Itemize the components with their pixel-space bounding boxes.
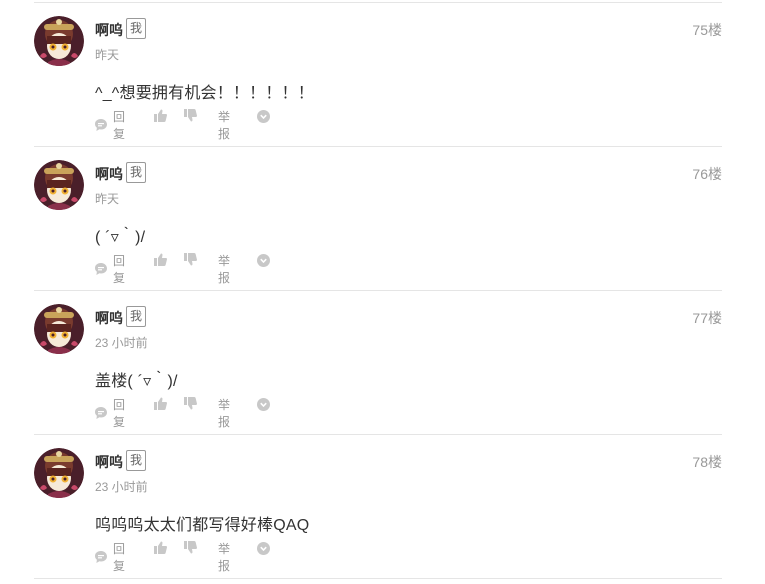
more-button[interactable]: [257, 542, 270, 555]
speech-bubble-icon: [94, 550, 108, 564]
speech-bubble-icon: [94, 118, 108, 132]
thumbs-up-icon: [153, 540, 168, 555]
timestamp: 23 小时前: [95, 336, 148, 350]
reply-button[interactable]: 回复: [94, 252, 125, 286]
thumbs-up-icon: [153, 252, 168, 267]
comment-list: 啊呜 我 昨天 75楼 ^_^想要拥有机会！！！！！！ 回复 举报 啊呜 我 昨…: [0, 0, 765, 584]
reply-label: 回复: [113, 542, 126, 573]
reply-button[interactable]: 回复: [94, 108, 125, 142]
username[interactable]: 啊呜: [95, 20, 123, 40]
like-button[interactable]: [153, 396, 168, 411]
comment-item: 啊呜 我 昨天 76楼 ( ´▿｀)/ 回复 举报: [0, 146, 765, 290]
like-button[interactable]: [153, 252, 168, 267]
reply-button[interactable]: 回复: [94, 540, 125, 574]
avatar[interactable]: [34, 304, 84, 354]
reply-label: 回复: [113, 110, 126, 141]
report-label: 举报: [218, 254, 231, 285]
chevron-down-icon: [257, 110, 270, 123]
dislike-button[interactable]: [183, 540, 198, 555]
me-badge: 我: [126, 306, 147, 327]
floor-number: 75楼: [692, 22, 722, 38]
floor-number: 77楼: [692, 310, 722, 326]
more-button[interactable]: [257, 110, 270, 123]
more-button[interactable]: [257, 254, 270, 267]
reply-label: 回复: [113, 254, 126, 285]
report-button[interactable]: 举报: [218, 540, 230, 574]
thumbs-up-icon: [153, 396, 168, 411]
thumbs-down-icon: [183, 108, 198, 123]
me-badge: 我: [126, 450, 147, 471]
comment-content: 呜呜呜太太们都写得好棒QAQ: [95, 517, 310, 534]
comment-item: 啊呜 我 23 小时前 78楼 呜呜呜太太们都写得好棒QAQ 回复 举报: [0, 434, 765, 578]
report-label: 举报: [218, 398, 231, 429]
report-button[interactable]: 举报: [218, 252, 230, 286]
like-button[interactable]: [153, 108, 168, 123]
comment-item: 啊呜 我 昨天 75楼 ^_^想要拥有机会！！！！！！ 回复 举报: [0, 2, 765, 146]
floor-number: 76楼: [692, 166, 722, 182]
chevron-down-icon: [257, 398, 270, 411]
comment-content: ( ´▿｀)/: [95, 229, 146, 246]
divider: [34, 578, 722, 579]
report-label: 举报: [218, 542, 231, 573]
dislike-button[interactable]: [183, 108, 198, 123]
reply-button[interactable]: 回复: [94, 396, 125, 430]
username[interactable]: 啊呜: [95, 308, 123, 328]
report-label: 举报: [218, 110, 231, 141]
thumbs-down-icon: [183, 396, 198, 411]
like-button[interactable]: [153, 540, 168, 555]
speech-bubble-icon: [94, 262, 108, 276]
chevron-down-icon: [257, 542, 270, 555]
more-button[interactable]: [257, 398, 270, 411]
username[interactable]: 啊呜: [95, 452, 123, 472]
thumbs-down-icon: [183, 540, 198, 555]
thumbs-up-icon: [153, 108, 168, 123]
me-badge: 我: [126, 162, 147, 183]
reply-label: 回复: [113, 398, 126, 429]
dislike-button[interactable]: [183, 396, 198, 411]
report-button[interactable]: 举报: [218, 108, 230, 142]
timestamp: 昨天: [95, 48, 120, 62]
report-button[interactable]: 举报: [218, 396, 230, 430]
floor-number: 78楼: [692, 454, 722, 470]
comment-content: ^_^想要拥有机会！！！！！！: [95, 85, 314, 102]
me-badge: 我: [126, 18, 147, 39]
username[interactable]: 啊呜: [95, 164, 123, 184]
speech-bubble-icon: [94, 406, 108, 420]
timestamp: 23 小时前: [95, 480, 148, 494]
comment-content: 盖楼( ´▿｀)/: [95, 373, 178, 390]
avatar[interactable]: [34, 448, 84, 498]
comment-item: 啊呜 我 23 小时前 77楼 盖楼( ´▿｀)/ 回复 举报: [0, 290, 765, 434]
dislike-button[interactable]: [183, 252, 198, 267]
chevron-down-icon: [257, 254, 270, 267]
thumbs-down-icon: [183, 252, 198, 267]
avatar[interactable]: [34, 160, 84, 210]
avatar[interactable]: [34, 16, 84, 66]
timestamp: 昨天: [95, 192, 120, 206]
